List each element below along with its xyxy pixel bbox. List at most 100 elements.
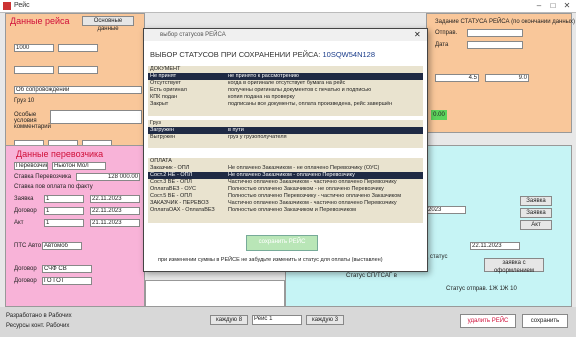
status-option-row[interactable]: ЗАКАЗЧИК - ПЕРЕВОЗ Частично оплачено Зака… [148,200,423,207]
status-option-name: ОплатаВЕЗ - ОУС [150,186,196,192]
status-option-description: Полностью оплачено Заказчиком и Перевозч… [228,207,356,213]
status-option-row[interactable]: Заказчик - ОПЛ Не оплачено Заказчиком - н… [148,165,423,172]
section-title-payment: ОПЛАТА [150,158,172,164]
date-field-1[interactable]: 2023 [426,206,466,214]
trip-data-panel: Данные рейса Основные данные 1000 Об соп… [5,13,145,148]
cargo-status-list[interactable]: Груз Загружен в пути Выгружен груз у грузоп… [148,120,423,148]
transfer-button[interactable]: заявка с оформлением [484,258,544,274]
carrier-cost-input[interactable]: 128 000.00 [76,173,140,181]
minimize-icon[interactable]: – [532,1,546,11]
act-button[interactable]: Акт [520,220,552,230]
reg-field-2[interactable] [58,44,98,52]
status-option-description: Полностью оплачено Перевозчику - частичн… [228,193,402,199]
trip-selector[interactable]: Рейс 1 [252,315,302,325]
trip-panel-title: Данные рейса [10,16,70,26]
status-option-name: Сост.3 ВЕ - ОПЛ [150,179,192,185]
status-option-name: Сост.2 НЕ - ОПЛ [150,172,193,178]
cargo-note-label: Груз 10 [14,98,35,104]
dialog-close-icon[interactable]: ✕ [414,30,421,39]
escort-field[interactable]: Об сопровождении [14,86,142,94]
status-option-description: подписаны все документы, оплата произвед… [228,101,393,107]
payment-label: Ставка пов оплата по факту [14,184,93,190]
green-indicator: 0.00 [431,110,447,120]
title-bar: Рейс – □ ✕ [0,0,576,13]
section-title-document: ДОКУМЕНТ [150,66,181,72]
contract-label: Договор [14,266,37,272]
doc-row-date[interactable]: 22.11.2023 [90,207,140,215]
request-button-1[interactable]: Заявка [520,196,552,206]
status-option-description: не принято к рассмотрению [228,73,299,79]
status-option-name: Выгружен [150,134,176,140]
dialog-caption: выбор статусов РЕЙСА [160,32,226,38]
nav-prev-button[interactable]: каждую 8 [210,315,248,325]
vehicle-select[interactable]: Автомоб [42,242,82,250]
status-option-description: получены оригиналы документов с печатью … [228,87,372,93]
contract-field-1[interactable]: СЧФ СВ [42,265,92,273]
sum-field-2[interactable]: 9.0 [485,74,529,82]
status-option-description: Не оплачено Заказчиком - не оплачено Пер… [228,165,380,171]
status-option-row[interactable]: Закрыт подписаны все документы, оплата пр… [148,101,423,108]
doc-row-number[interactable]: 1 [44,219,84,227]
save-trip-dialog-button[interactable]: сохранить РЕЙС [246,235,318,251]
vehicle-label: ПТС Авто [14,243,42,249]
dev-note-2: Ресурсы конт. Рабочих [6,323,70,329]
status-dialog: выбор статусов РЕЙСА ✕ ВЫБОР СТАТУСОВ ПР… [143,28,428,272]
status-option-description: когда в оригинале отсутствует бумага на … [228,80,346,86]
status-option-row[interactable]: КПК подан копия подана на проверку [148,94,423,101]
dialog-heading-text: ВЫБОР СТАТУСОВ ПРИ СОХРАНЕНИИ РЕЙСА: [150,50,321,59]
doc-row-date[interactable]: 21.11.2023 [90,219,140,227]
status-option-row[interactable]: ОплатаВЕЗ - ОУС Полностью оплачено Заказч… [148,186,423,193]
dev-note: Разработано в Рабочих [6,313,72,319]
comment-label: Особые условия комментарий [14,112,51,130]
status-option-row[interactable]: Сост.2 НЕ - ОПЛ Не оплачено Заказчиком - … [148,172,423,179]
main-data-tab[interactable]: Основные данные [82,16,134,32]
comment-input[interactable] [50,110,142,124]
status-option-description: Полностью оплачено Заказчиком - не оплач… [228,186,384,192]
status-option-description: Не оплачено Заказчиком - оплачено Перево… [228,172,355,178]
doc-row-number[interactable]: 1 [44,195,84,203]
reg-field-3[interactable] [14,66,54,74]
close-icon[interactable]: ✕ [560,1,574,11]
status-option-row[interactable]: Не принят не принято к рассмотрению [148,73,423,80]
sum-field-1[interactable]: 4.5 [435,74,479,82]
dialog-footer-note: при изменении суммы в РЕЙСЕ не забудьте … [158,257,383,263]
maximize-icon[interactable]: □ [546,1,560,11]
document-status-list[interactable]: ДОКУМЕНТ Не принят не принято к рассмотре… [148,66,423,116]
status-option-row[interactable]: Выгружен груз у грузополучателя [148,134,423,141]
doc-row-label: Договор [14,208,37,214]
status-option-row[interactable]: Сост.5 ВЕ - ОПЛ Полностью оплачено Перево… [148,193,423,200]
status-option-description: груз у грузополучателя [228,134,287,140]
carrier-cost-label: Ставка Перевозчика [14,174,72,180]
status-text-1: Статус СП/ТСАГ в [346,273,397,279]
status-option-row[interactable]: Загружен в пути [148,127,423,134]
request-button-2[interactable]: Заявка [520,208,552,218]
status-option-row[interactable]: Сост.3 ВЕ - ОПЛ Частично оплачено Заказчи… [148,179,423,186]
delete-trip-button[interactable]: удалить РЕЙС [460,314,516,328]
carrier-type-select[interactable]: Ньютон Мол [52,162,106,170]
section-title-cargo: Груз [150,120,161,126]
status-option-name: КПК подан [150,94,178,100]
status-option-row[interactable]: Есть оригинал получены оригиналы документ… [148,87,423,94]
status-option-row[interactable]: Отсутствует когда в оригинале отсутствует… [148,80,423,87]
dialog-heading: ВЫБОР СТАТУСОВ ПРИ СОХРАНЕНИИ РЕЙСА: 10S… [150,50,375,59]
reg-field-4[interactable] [58,66,98,74]
status-text-2: Статус отправ. 1Ж 1Ж 10 [446,286,517,292]
doc-row-date[interactable]: 22.11.2023 [90,195,140,203]
status-option-row[interactable]: ОплатаОАХ - ОплатаВЕЗ Полностью оплачено … [148,207,423,214]
status-select-2[interactable] [467,41,523,49]
status-option-description: в пути [228,127,244,133]
status-option-name: Заказчик - ОПЛ [150,165,190,171]
status-option-description: Частично оплачено Заказчиком - частично … [228,179,397,185]
payment-status-list[interactable]: ОПЛАТА Заказчик - ОПЛ Не оплачено Заказчи… [148,158,423,223]
status-option-name: Загружен [150,127,174,133]
contract-field-2[interactable]: ГО ГОТ [42,277,92,285]
date-field-2[interactable]: 22.11.2023 [470,242,520,250]
doc-row-number[interactable]: 1 [44,207,84,215]
save-button[interactable]: сохранить [522,314,568,328]
status-select-1[interactable] [467,29,523,37]
reg-number-input[interactable]: 1000 [14,44,54,52]
status-option-description: Частично оплачено Заказчиком - частично … [228,200,397,206]
window-title: Рейс [14,2,30,9]
bottom-bar: Разработано в Рабочих Ресурсы конт. Рабо… [0,307,576,337]
nav-next-button[interactable]: каждую 3 [306,315,344,325]
